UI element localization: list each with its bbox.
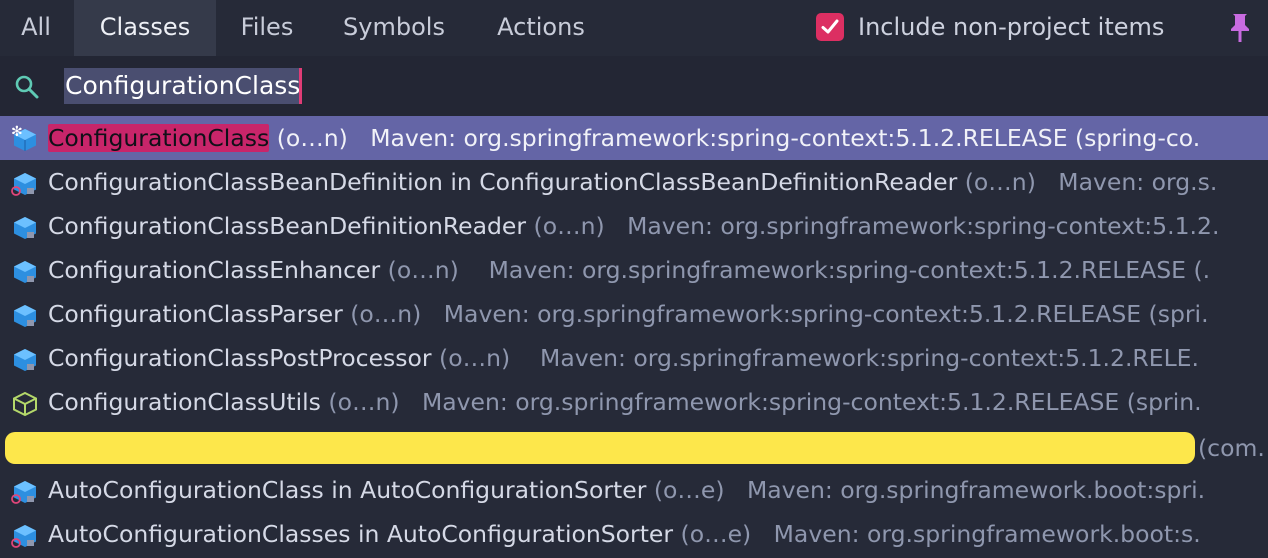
result-suffix: (o…n) — [387, 256, 459, 284]
result-name: ConfigurationClassBeanDefinitionReader — [48, 212, 527, 240]
checkmark-icon — [821, 19, 839, 34]
result-row[interactable]: ConfigurationClassBeanDefinition in Conf… — [0, 160, 1268, 204]
result-row[interactable]: ConfigurationClassParser (o…n) Maven: or… — [0, 292, 1268, 336]
private-class-icon — [10, 168, 40, 198]
svg-text:✻: ✻ — [11, 124, 23, 140]
final-class-icon — [10, 388, 40, 418]
result-context: in ConfigurationClassBeanDefinitionReade… — [442, 168, 958, 196]
redacted-row-tail: (com. — [1198, 434, 1265, 462]
result-suffix: (o…e) — [653, 476, 725, 504]
results-list: ✻ ConfigurationClass (o…n) Maven: org.sp… — [0, 116, 1268, 558]
result-row[interactable]: ConfigurationClassBeanDefinitionReader (… — [0, 204, 1268, 248]
result-name: ConfigurationClassPostProcessor — [48, 344, 432, 372]
private-class-icon — [10, 520, 40, 550]
result-name: AutoConfigurationClasses — [48, 520, 351, 548]
search-icon — [14, 74, 40, 104]
result-location: Maven: org.springframework:spring-contex… — [488, 256, 1211, 284]
tab-classes[interactable]: Classes — [74, 0, 216, 56]
result-row[interactable]: ConfigurationClassEnhancer (o…n) Maven: … — [0, 248, 1268, 292]
result-name: ConfigurationClassParser — [48, 300, 343, 328]
search-input[interactable]: ConfigurationClass — [64, 68, 302, 104]
tab-symbols[interactable]: Symbols — [332, 0, 456, 56]
result-row[interactable]: ConfigurationClassPostProcessor (o…n) Ma… — [0, 336, 1268, 380]
class-icon — [10, 212, 40, 242]
result-location: Maven: org.springframework:spring-contex… — [540, 344, 1199, 372]
result-location: Maven: org.springframework.boot:spri. — [746, 476, 1206, 504]
result-location: Maven: org.springframework:spring-contex… — [627, 212, 1220, 240]
result-suffix: (o…e) — [680, 520, 752, 548]
result-row[interactable]: ConfigurationClassUtils (o…n) Maven: org… — [0, 380, 1268, 424]
result-suffix: (o…n) — [276, 124, 348, 152]
redaction-bar — [5, 432, 1195, 464]
tab-files[interactable]: Files — [222, 0, 312, 56]
include-non-project-label[interactable]: Include non-project items — [858, 0, 1164, 54]
result-location: Maven: org.springframework.boot:s. — [773, 520, 1201, 548]
annotation-class-icon: ✻ — [10, 124, 40, 154]
result-row[interactable]: AutoConfigurationClass in AutoConfigurat… — [0, 468, 1268, 512]
result-row[interactable]: AutoConfigurationClasses in AutoConfigur… — [0, 512, 1268, 556]
result-location: Maven: org.s. — [1058, 168, 1218, 196]
result-suffix: (o…n) — [328, 388, 400, 416]
result-suffix: (o…n) — [964, 168, 1036, 196]
private-class-icon — [10, 476, 40, 506]
class-icon — [10, 256, 40, 286]
pin-icon[interactable] — [1228, 12, 1252, 44]
match-highlight: ConfigurationClass — [48, 124, 270, 152]
result-name: ConfigurationClassBeanDefinition — [48, 168, 443, 196]
result-suffix: (o…n) — [533, 212, 605, 240]
result-suffix: (o…n) — [439, 344, 511, 372]
result-suffix: (o…n) — [350, 300, 422, 328]
tab-bar: All Classes Files Symbols Actions Includ… — [0, 0, 1268, 56]
class-icon — [10, 344, 40, 374]
class-icon — [10, 300, 40, 330]
text-caret — [299, 68, 302, 104]
result-context: in AutoConfigurationSorter — [350, 520, 674, 548]
result-name: ConfigurationClassEnhancer — [48, 256, 381, 284]
search-bar: ConfigurationClass — [0, 56, 1268, 116]
include-non-project-checkbox[interactable] — [816, 13, 844, 41]
result-name: AutoConfigurationClass — [48, 476, 324, 504]
result-location: Maven: org.springframework:spring-contex… — [370, 124, 1201, 152]
tab-actions[interactable]: Actions — [482, 0, 600, 56]
tab-all[interactable]: All — [0, 0, 72, 56]
result-row[interactable]: ✻ ConfigurationClass (o…n) Maven: org.sp… — [0, 116, 1268, 160]
result-name: ConfigurationClassUtils — [48, 388, 321, 416]
result-location: Maven: org.springframework:spring-contex… — [443, 300, 1209, 328]
result-context: in AutoConfigurationSorter — [323, 476, 647, 504]
result-location: Maven: org.springframework:spring-contex… — [421, 388, 1202, 416]
